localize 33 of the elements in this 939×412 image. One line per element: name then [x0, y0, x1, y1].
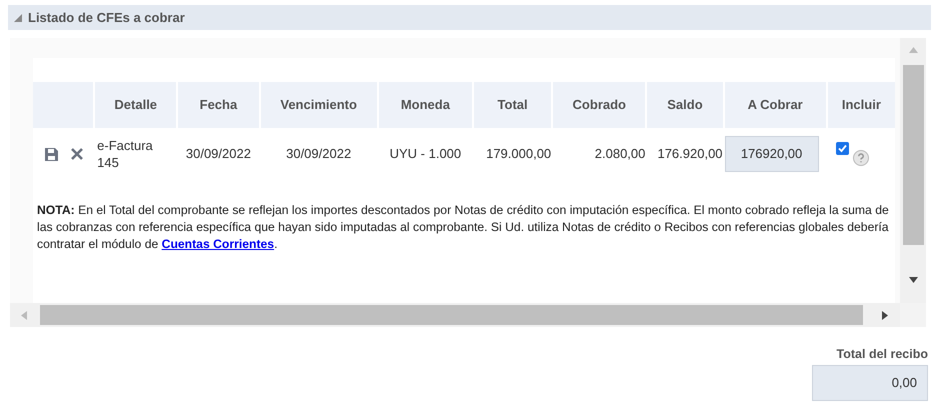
scroll-left-icon[interactable] — [21, 310, 27, 320]
column-header: Fecha — [198, 96, 238, 114]
column-header: Vencimiento — [279, 96, 358, 114]
close-icon[interactable] — [70, 148, 83, 160]
table-cell-text: 30/09/2022 — [285, 145, 352, 164]
note-paragraph: NOTA: En el Total del comprobante se reflejan los importes descontados por Notas de crédito con imputación específica. El monto cobrado refleja la suma de las cobranzas con referencia específica que hayan sido imputadas al comprobante. Si Ud. utiliza Notas de crédito o Recibos con referencias globales debería contratar el módulo de Cuentas Corrientes. — [36, 202, 890, 253]
scroll-right-icon[interactable] — [882, 310, 888, 320]
table-cell-text: UYU - 1.000 — [388, 145, 462, 164]
column-header: Cobrado — [572, 96, 627, 114]
total-field[interactable]: 0,00 — [812, 364, 928, 401]
cuentas-corrientes-link[interactable]: Cuentas Corrientes — [162, 237, 274, 251]
table-cell-text: 176.920,00 — [656, 145, 723, 164]
column-header: A Cobrar — [746, 96, 804, 114]
table-cell-text: 179.000,00 — [485, 145, 552, 164]
total-label: Total del recibo — [836, 346, 928, 363]
section-header[interactable]: Listado de CFEs a cobrar — [8, 5, 931, 30]
table-cell-text: 30/09/2022 — [184, 145, 252, 164]
scroll-down-icon[interactable] — [908, 277, 918, 283]
table-cell-text: e-Factura 145 — [96, 137, 154, 172]
include-checkbox[interactable] — [836, 142, 849, 155]
column-header: Incluir — [840, 96, 882, 114]
scrollbar-thumb[interactable] — [902, 65, 924, 245]
column-header: Saldo — [666, 96, 704, 114]
scrollbar-thumb[interactable] — [40, 305, 863, 325]
section-title: Listado de CFEs a cobrar — [28, 8, 185, 27]
column-header: Total — [496, 96, 529, 114]
save-icon[interactable] — [44, 146, 59, 162]
column-header: Detalle — [113, 96, 158, 114]
help-icon[interactable] — [852, 150, 869, 166]
column-header: Moneda — [400, 96, 451, 114]
table-cell-text: 2.080,00 — [594, 145, 646, 164]
amount-field[interactable]: 176920,00 — [724, 136, 819, 172]
scroll-up-icon[interactable] — [908, 47, 918, 53]
